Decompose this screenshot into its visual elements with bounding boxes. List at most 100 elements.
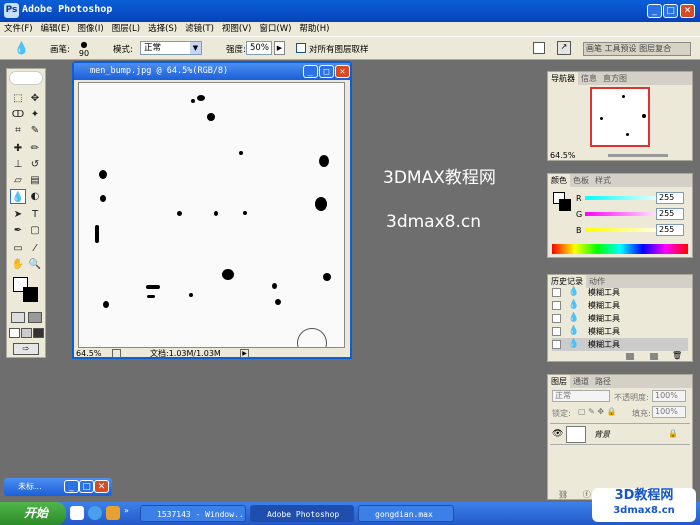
history-item[interactable]: 💧 模糊工具 xyxy=(552,312,688,325)
task-gongdian[interactable]: gongdian.max xyxy=(358,505,454,522)
history-item[interactable]: 💧 模糊工具 xyxy=(552,286,688,299)
menu-edit[interactable]: 编辑(E) xyxy=(37,22,74,36)
minidoc-minimize-button[interactable]: _ xyxy=(64,480,79,493)
status-arrow-icon[interactable]: ▶ xyxy=(240,349,249,358)
jump-to-imageready-icon[interactable]: ⇨ xyxy=(13,343,39,355)
red-slider[interactable] xyxy=(585,196,665,200)
menu-help[interactable]: 帮助(H) xyxy=(295,22,333,36)
background-color-swatch[interactable] xyxy=(23,287,38,302)
menu-window[interactable]: 窗口(W) xyxy=(255,22,295,36)
tab-navigator[interactable]: 导航器 xyxy=(548,72,578,85)
tab-channels[interactable]: 通道 xyxy=(570,375,592,388)
pen-tool-icon[interactable]: ✒ xyxy=(10,223,26,238)
document-icon[interactable] xyxy=(533,42,545,54)
standard-mode-icon[interactable] xyxy=(11,312,25,323)
magic-wand-icon[interactable]: ✦ xyxy=(27,107,43,122)
menu-select[interactable]: 选择(S) xyxy=(144,22,181,36)
status-menu-icon[interactable] xyxy=(112,349,121,358)
screen-mode-full-icon[interactable] xyxy=(33,328,44,338)
eyedropper-icon[interactable]: ⁄ xyxy=(27,241,43,256)
color-spectrum-bar[interactable] xyxy=(552,244,688,254)
strength-slider-button[interactable]: ▶ xyxy=(274,41,285,55)
image-canvas[interactable] xyxy=(78,82,345,348)
folder-icon[interactable] xyxy=(106,506,120,520)
zoom-level[interactable]: 64.5% xyxy=(76,348,101,359)
maximize-button[interactable]: □ xyxy=(663,4,678,18)
history-brush-icon[interactable]: ↺ xyxy=(27,157,43,172)
menu-image[interactable]: 图像(I) xyxy=(74,22,108,36)
quickmask-mode-icon[interactable] xyxy=(28,312,42,323)
doc-close-button[interactable]: ✕ xyxy=(335,65,350,78)
zoom-tool-icon[interactable]: 🔍 xyxy=(27,257,43,272)
navigator-thumbnail[interactable] xyxy=(590,87,650,147)
healing-brush-icon[interactable]: ✚ xyxy=(10,141,26,156)
stamp-tool-icon[interactable]: ⊥ xyxy=(10,157,26,172)
minimized-document[interactable]: 未标... _ □ ✕ xyxy=(4,478,112,496)
tab-histogram[interactable]: 直方图 xyxy=(600,72,630,85)
fill-input[interactable]: 100% xyxy=(652,406,686,418)
ie-icon[interactable] xyxy=(88,506,102,520)
history-snapshot-checkbox[interactable] xyxy=(552,314,561,323)
minimize-button[interactable]: _ xyxy=(647,4,662,18)
history-snapshot-checkbox[interactable] xyxy=(552,288,561,297)
file-browser-icon[interactable]: ↗ xyxy=(557,41,571,55)
chevron-right-icon[interactable]: » xyxy=(124,506,136,520)
start-button[interactable]: 开始 xyxy=(0,502,66,525)
color-bg-swatch[interactable] xyxy=(559,199,571,211)
feather-logo[interactable] xyxy=(9,71,43,85)
trash-icon[interactable]: 🗑 xyxy=(672,351,682,360)
type-tool-icon[interactable]: T xyxy=(27,207,43,222)
slice-tool-icon[interactable]: ✎ xyxy=(27,123,43,138)
navigator-zoom-slider[interactable] xyxy=(608,154,668,157)
opacity-input[interactable]: 100% xyxy=(652,390,686,402)
mode-select[interactable]: 正常 ▼ xyxy=(140,41,202,55)
screen-mode-standard-icon[interactable] xyxy=(9,328,20,338)
task-window[interactable]: 1537143 - Window... xyxy=(140,505,246,522)
brush-tool-icon[interactable]: ✏ xyxy=(27,141,43,156)
layer-row-background[interactable]: 👁 背景 🔒 xyxy=(550,423,690,445)
dodge-tool-icon[interactable]: ◐ xyxy=(27,189,43,204)
history-snapshot-checkbox[interactable] xyxy=(552,340,561,349)
tab-paths[interactable]: 路径 xyxy=(592,375,614,388)
green-value[interactable]: 255 xyxy=(656,208,684,220)
quicklaunch-icon[interactable] xyxy=(70,506,84,520)
hand-tool-icon[interactable]: ✋ xyxy=(10,257,26,272)
navigator-zoom[interactable]: 64.5% xyxy=(550,151,575,160)
strength-input[interactable]: 50% xyxy=(246,41,272,55)
marquee-tool-icon[interactable]: ⬚ xyxy=(10,91,26,106)
history-item-active[interactable]: 💧 模糊工具 xyxy=(552,338,688,351)
minidoc-restore-button[interactable]: □ xyxy=(79,480,94,493)
brush-preview[interactable]: ● 90 xyxy=(78,40,90,58)
eye-icon[interactable]: 👁 xyxy=(552,429,563,439)
tab-styles[interactable]: 样式 xyxy=(592,174,614,187)
new-document-icon[interactable] xyxy=(626,353,634,360)
blur-tool-icon[interactable]: 💧 xyxy=(10,189,26,204)
task-photoshop[interactable]: Adobe Photoshop xyxy=(250,505,354,522)
doc-minimize-button[interactable]: _ xyxy=(303,65,318,78)
blue-value[interactable]: 255 xyxy=(656,224,684,236)
palette-well-tabs[interactable]: 画笔 工具预设 图层复合 xyxy=(583,42,691,56)
shape-tool-icon[interactable]: ▢ xyxy=(27,223,43,238)
green-slider[interactable] xyxy=(585,212,665,216)
eraser-tool-icon[interactable]: ▱ xyxy=(10,173,26,188)
path-select-icon[interactable]: ➤ xyxy=(10,207,26,222)
new-snapshot-icon[interactable] xyxy=(650,353,658,360)
history-item[interactable]: 💧 模糊工具 xyxy=(552,325,688,338)
tab-layers[interactable]: 图层 xyxy=(548,375,570,388)
blue-slider[interactable] xyxy=(585,228,665,232)
screen-mode-full-menu-icon[interactable] xyxy=(21,328,32,338)
menu-file[interactable]: 文件(F) xyxy=(0,22,37,36)
sample-all-checkbox[interactable] xyxy=(296,43,306,53)
gradient-tool-icon[interactable]: ▤ xyxy=(27,173,43,188)
menu-layer[interactable]: 图层(L) xyxy=(108,22,144,36)
tab-swatches[interactable]: 色板 xyxy=(570,174,592,187)
close-button[interactable]: ✕ xyxy=(680,4,695,18)
lasso-tool-icon[interactable]: ↀ xyxy=(10,107,26,122)
crop-tool-icon[interactable]: ⌗ xyxy=(10,123,26,138)
doc-maximize-button[interactable]: □ xyxy=(319,65,334,78)
history-snapshot-checkbox[interactable] xyxy=(552,301,561,310)
blend-mode-select[interactable]: 正常 xyxy=(552,390,610,402)
move-tool-icon[interactable]: ✥ xyxy=(27,91,43,106)
menu-filter[interactable]: 滤镜(T) xyxy=(181,22,218,36)
history-snapshot-checkbox[interactable] xyxy=(552,327,561,336)
